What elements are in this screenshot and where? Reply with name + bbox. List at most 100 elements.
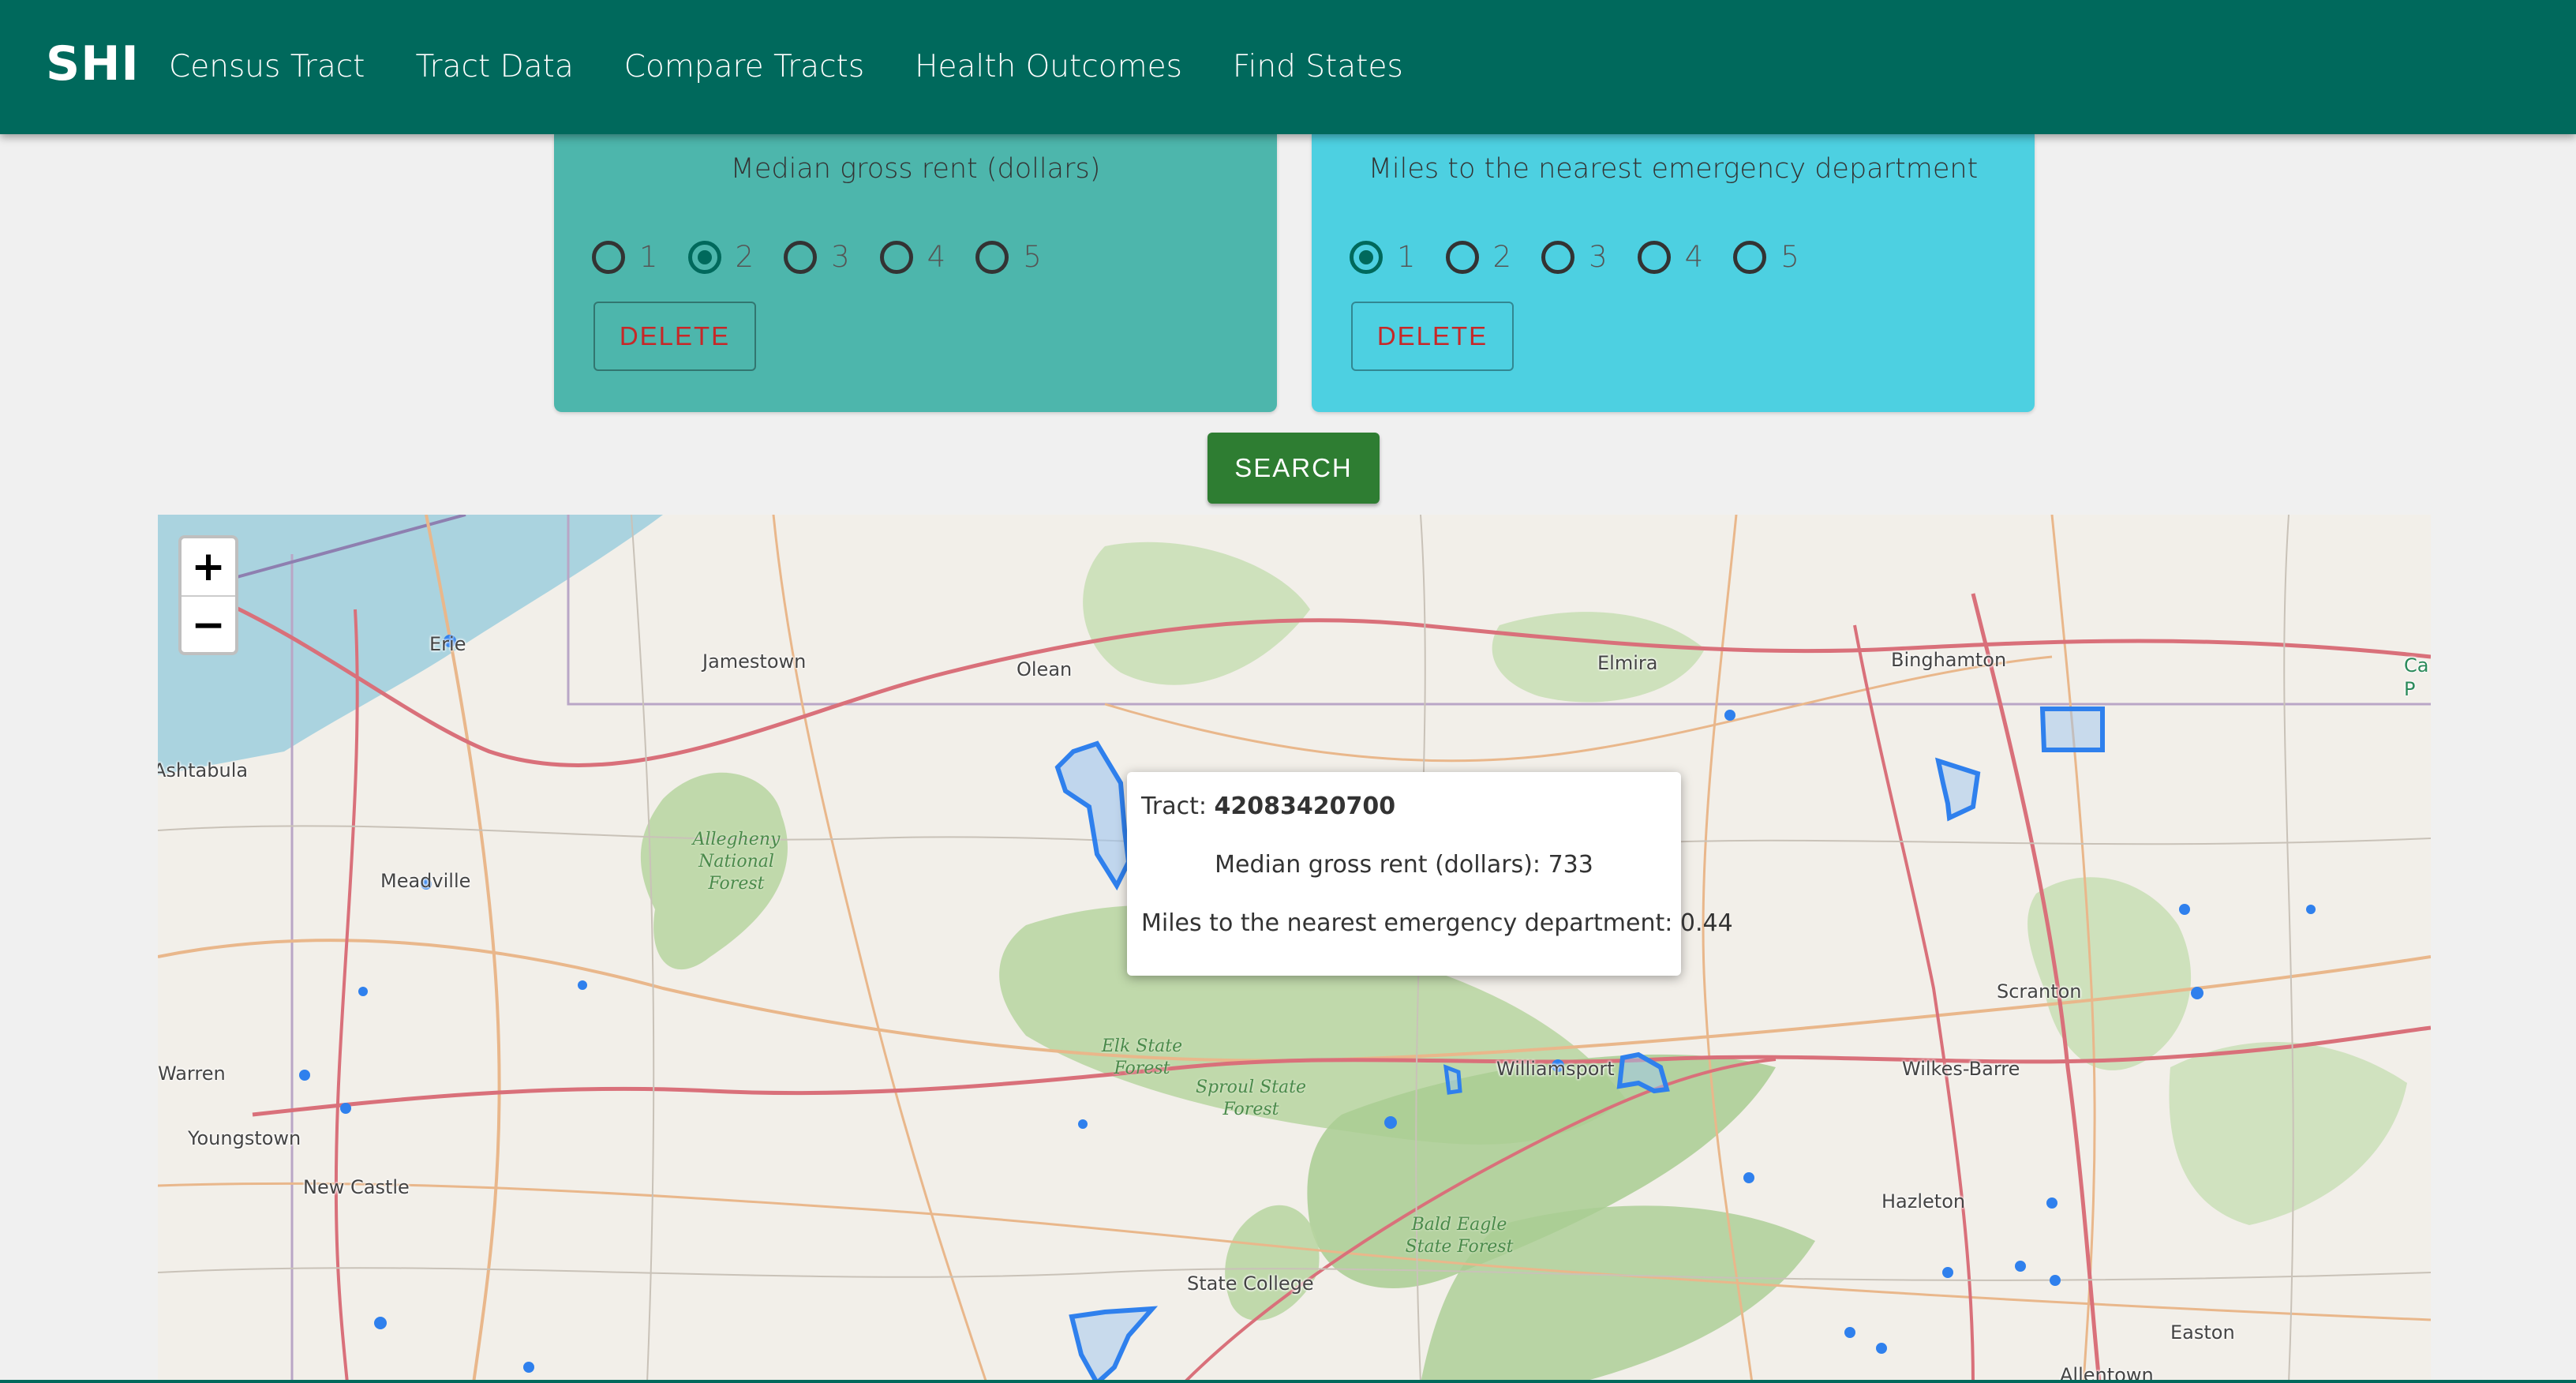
tract-marker [2179,904,2190,915]
nav-tract-data[interactable]: Tract Data [415,49,573,84]
radio-label: 3 [1589,240,1608,274]
place-label: State College [1187,1272,1314,1295]
tract-marker [2306,905,2316,914]
radio-label: 5 [1023,240,1042,274]
nav-census-tract[interactable]: Census Tract [169,49,365,84]
radio-button[interactable] [975,240,1009,274]
search-button[interactable]: SEARCH [1208,433,1380,504]
highway [1853,624,1975,1383]
place-label: Easton [2170,1321,2235,1344]
radio-option-1[interactable]: 1 [1350,240,1416,274]
tract-marker [1078,1119,1088,1129]
tract-marker [1724,710,1735,721]
radio-button[interactable] [784,240,818,274]
radio-label: 2 [735,240,754,274]
radio-label: 3 [831,240,850,274]
place-label: Binghamton [1891,649,2007,671]
radio-label: 5 [1780,240,1799,274]
place-label: Ashtabula [158,759,249,781]
nav-find-states[interactable]: Find States [1233,49,1403,84]
filter-title: Median gross rent (dollars) [730,153,1101,185]
nav-compare-tracts[interactable]: Compare Tracts [624,49,864,84]
radio-option-4[interactable]: 4 [879,240,946,274]
zoom-out-button[interactable]: − [182,597,235,654]
tract-polygon [1069,1306,1159,1383]
tract-marker [523,1362,534,1373]
radio-button[interactable] [1445,240,1479,274]
radio-button-selected[interactable] [687,240,721,274]
main-nav: Census Tract Tract Data Compare Tracts H… [169,49,1454,84]
tract-marker [2015,1261,2026,1272]
tract-marker [1876,1343,1887,1354]
tract-polygon [1934,757,1981,822]
radio-button[interactable] [592,240,625,274]
radio-button[interactable] [1541,240,1575,274]
radio-option-5[interactable]: 5 [1733,240,1799,274]
forest-area [1083,542,1310,685]
tract-map[interactable]: Erie Jamestown Olean Elmira Binghamton A… [158,515,2431,1383]
nav-health-outcomes[interactable]: Health Outcomes [915,49,1182,84]
road [772,515,988,1383]
place-label: Williamsport [1496,1058,1615,1080]
radio-option-4[interactable]: 4 [1637,240,1704,274]
place-label: Jamestown [702,650,807,673]
forest-label: Elk State Forest [1101,1036,1183,1078]
tract-marker [1384,1116,1397,1129]
place-label: Wilkes-Barre [1902,1058,2020,1080]
tract-marker [1844,1327,1855,1338]
radio-button[interactable] [1637,240,1671,274]
forest-label: Sproul State Forest [1195,1078,1306,1119]
tract-marker [2191,987,2203,999]
tract-marker [358,987,368,996]
tooltip-miles-line: Miles to the nearest emergency departmen… [1141,909,1733,937]
place-label: Erie [429,633,466,655]
tract-marker [340,1103,351,1114]
forest-area [2169,1041,2407,1225]
zoom-control: + − [178,535,238,655]
rating-radio-group: 1 2 3 4 5 [592,240,1072,274]
delete-filter-button[interactable]: DELETE [1351,302,1514,371]
place-label: Warren [158,1063,226,1085]
bottom-border [0,1380,2576,1383]
tract-marker [2050,1275,2061,1286]
tract-marker [578,980,587,990]
radio-option-2[interactable]: 2 [687,240,754,274]
tract-marker [299,1070,310,1081]
radio-option-3[interactable]: 3 [784,240,850,274]
filter-card-median-rent: Median gross rent (dollars) 1 2 3 4 5 DE… [554,134,1277,412]
radio-option-2[interactable]: 2 [1445,240,1512,274]
place-label: Scranton [1997,980,2082,1003]
state-border [567,515,2431,706]
tract-polygon-selected [1054,740,1132,891]
rating-radio-group: 1 2 3 4 5 [1350,240,1829,274]
radio-label: 4 [1684,240,1704,274]
highway [334,609,359,1383]
radio-option-1[interactable]: 1 [592,240,658,274]
delete-filter-button[interactable]: DELETE [593,302,756,371]
radio-label: 1 [639,240,658,274]
radio-button-selected[interactable] [1350,240,1383,274]
place-label: Hazleton [1881,1190,1966,1212]
place-label: Meadville [380,870,471,892]
tract-marker [2046,1197,2057,1209]
brand-logo[interactable]: SHI [46,36,140,92]
radio-label: 2 [1492,240,1512,274]
place-label: Ca P [2404,654,2429,700]
place-label: Elmira [1597,652,1658,674]
forest-label: Allegheny National Forest [692,830,781,894]
radio-label: 4 [927,240,946,274]
filter-card-emergency-distance: Miles to the nearest emergency departmen… [1312,134,2035,412]
forest-label: Bald Eagle State Forest [1405,1215,1514,1257]
tooltip-tract-label: Tract: [1141,793,1207,820]
app-bar: SHI Census Tract Tract Data Compare Trac… [0,0,2576,134]
place-label: New Castle [303,1176,410,1198]
radio-label: 1 [1397,240,1416,274]
forest-area [2027,877,2192,1070]
filter-title: Miles to the nearest emergency departmen… [1368,153,1979,185]
tooltip-tract-line: Tract: 42083420700 [1141,793,1395,820]
radio-button[interactable] [1733,240,1767,274]
radio-option-3[interactable]: 3 [1541,240,1608,274]
radio-option-5[interactable]: 5 [975,240,1042,274]
zoom-in-button[interactable]: + [182,538,235,597]
radio-button[interactable] [879,240,913,274]
